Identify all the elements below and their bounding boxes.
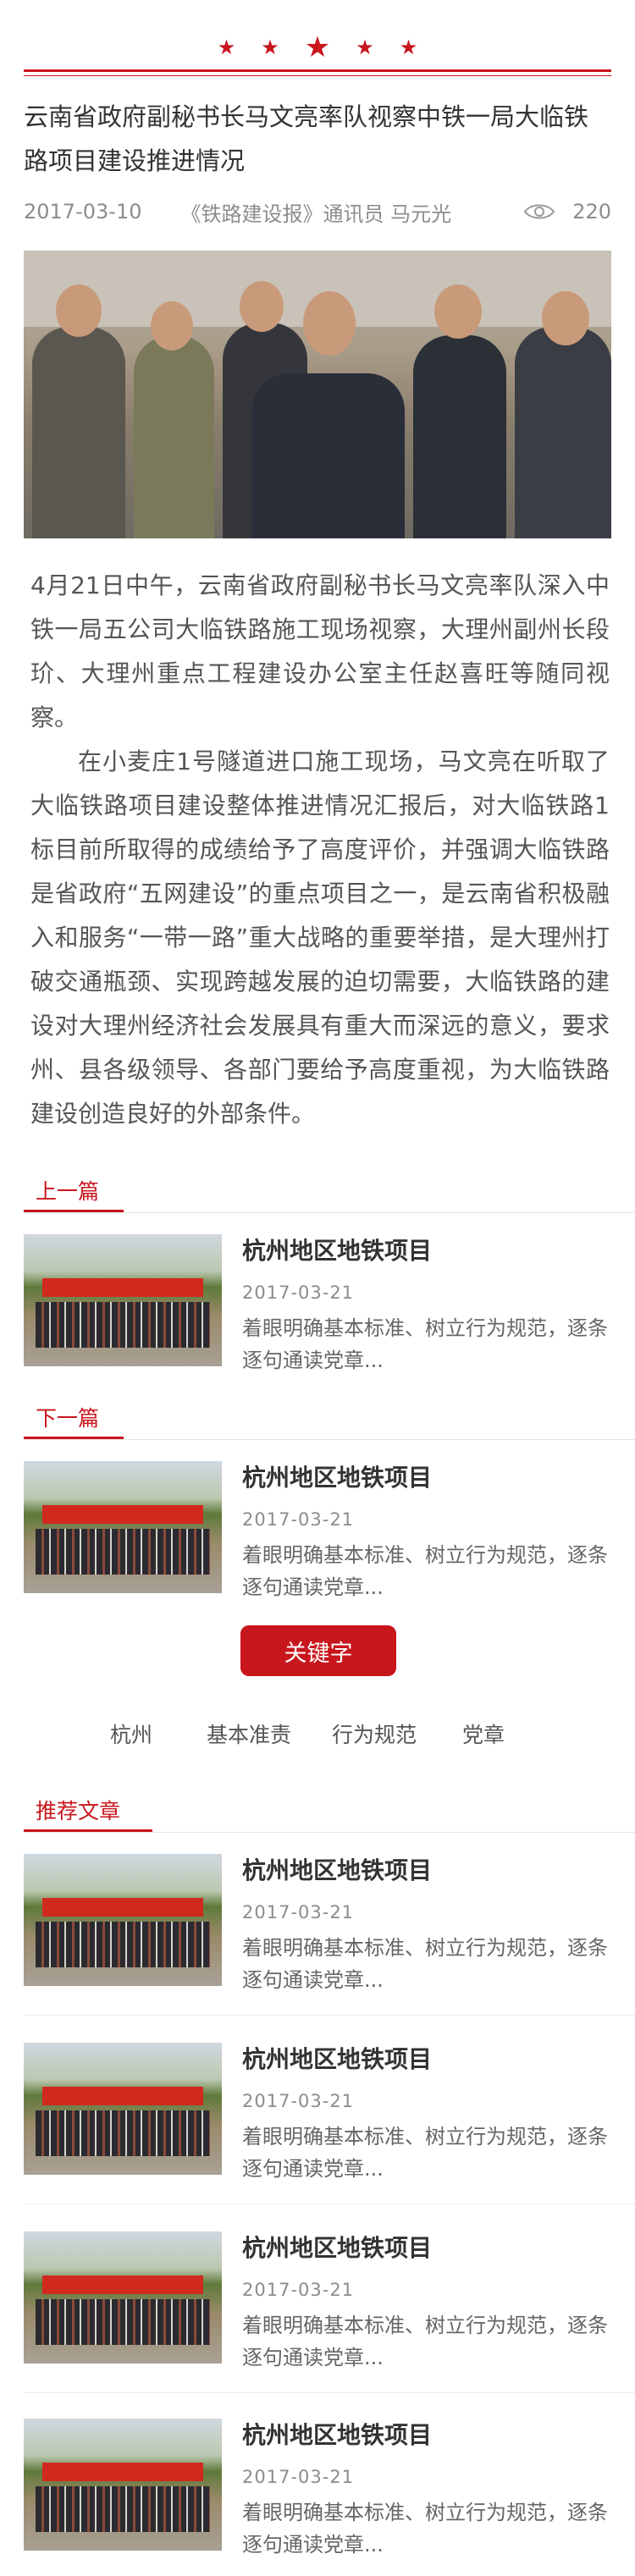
- article-source: 《铁路建设报》通讯员 马元光: [180, 201, 452, 226]
- view-count: 220: [572, 200, 611, 223]
- prev-article-label: 上一篇: [24, 1175, 124, 1212]
- card-title: 杭州地区地铁项目: [242, 2234, 433, 2262]
- article-paragraph: 在小麦庄1号隧道进口施工现场，马文亮在听取了大临铁路项目建设整体推进情况汇报后，…: [30, 747, 610, 1128]
- prev-article-card[interactable]: 杭州地区地铁项目 2017-03-21 着眼明确基本标准、树立行为规范，逐条逐句…: [24, 1234, 635, 1372]
- card-description: 着眼明确基本标准、树立行为规范，逐条逐句通读党章...: [242, 2314, 608, 2369]
- article-date: 2017-03-10: [24, 200, 142, 223]
- article-thumbnail: [24, 2043, 222, 2175]
- keyword-tag[interactable]: 杭州: [110, 1718, 152, 1752]
- card-date: 2017-03-21: [242, 2091, 355, 2111]
- keyword-tags: 杭州 基本准责 行为规范 党章: [0, 1718, 635, 1752]
- card-title: 杭州地区地铁项目: [242, 1856, 433, 1884]
- article-thumbnail: [24, 2231, 222, 2364]
- keyword-tag[interactable]: 行为规范: [332, 1718, 417, 1752]
- next-article-label: 下一篇: [24, 1402, 124, 1439]
- article-meta: 2017-03-10 《铁路建设报》通讯员 马元光 220: [24, 195, 611, 229]
- card-title: 杭州地区地铁项目: [242, 2421, 433, 2449]
- card-title: 杭州地区地铁项目: [242, 1237, 433, 1265]
- card-title: 杭州地区地铁项目: [242, 2045, 433, 2073]
- card-date: 2017-03-21: [242, 1509, 355, 1530]
- list-divider: [24, 2392, 635, 2393]
- prev-label-text: 上一篇: [36, 1179, 100, 1204]
- eye-icon: [523, 204, 555, 219]
- recommended-label-text: 推荐文章: [36, 1799, 121, 1823]
- article-body: 4月21日中午，云南省政府副秘书长马文亮率队深入中铁一局五公司大临铁路施工现场视…: [30, 564, 610, 1136]
- header-divider: [24, 75, 611, 76]
- section-divider: [24, 1832, 635, 1833]
- keywords-button[interactable]: 关键字: [240, 1625, 396, 1676]
- section-divider: [24, 1212, 635, 1213]
- article-thumbnail: [24, 1234, 222, 1366]
- star-icon: ★: [261, 36, 279, 59]
- recommended-card[interactable]: 杭州地区地铁项目 2017-03-21 着眼明确基本标准、树立行为规范，逐条逐句…: [24, 2231, 635, 2369]
- star-icon: ★: [304, 30, 331, 64]
- article-paragraph: 4月21日中午，云南省政府副秘书长马文亮率队深入中铁一局五公司大临铁路施工现场视…: [30, 571, 610, 731]
- card-description: 着眼明确基本标准、树立行为规范，逐条逐句通读党章...: [242, 2125, 608, 2181]
- card-date: 2017-03-21: [242, 1902, 355, 1922]
- card-title: 杭州地区地铁项目: [242, 1464, 433, 1492]
- card-date: 2017-03-21: [242, 1282, 355, 1303]
- recommended-label: 推荐文章: [24, 1795, 152, 1832]
- card-description: 着眼明确基本标准、树立行为规范，逐条逐句通读党章...: [242, 1316, 608, 1372]
- keyword-tag[interactable]: 党章: [462, 1718, 505, 1752]
- next-article-card[interactable]: 杭州地区地铁项目 2017-03-21 着眼明确基本标准、树立行为规范，逐条逐句…: [24, 1461, 635, 1599]
- card-date: 2017-03-21: [242, 2467, 355, 2487]
- next-label-text: 下一篇: [36, 1406, 100, 1431]
- card-description: 着眼明确基本标准、树立行为规范，逐条逐句通读党章...: [242, 2501, 608, 2557]
- keyword-tag[interactable]: 基本准责: [207, 1718, 291, 1752]
- list-divider: [24, 2015, 635, 2016]
- star-icon: ★: [217, 36, 236, 59]
- section-divider: [24, 1439, 635, 1440]
- article-thumbnail: [24, 2419, 222, 2551]
- card-date: 2017-03-21: [242, 2280, 355, 2300]
- article-thumbnail: [24, 1854, 222, 1986]
- card-description: 着眼明确基本标准、树立行为规范，逐条逐句通读党章...: [242, 1543, 608, 1599]
- article-title: 云南省政府副秘书长马文亮率队视察中铁一局大临铁路项目建设推进情况: [24, 102, 589, 175]
- article-photo: [24, 251, 611, 538]
- article-thumbnail: [24, 1461, 222, 1593]
- star-icon: ★: [356, 36, 374, 59]
- star-icon: ★: [399, 36, 418, 59]
- header-stars: ★ ★ ★ ★ ★: [0, 30, 635, 64]
- recommended-card[interactable]: 杭州地区地铁项目 2017-03-21 着眼明确基本标准、树立行为规范，逐条逐句…: [24, 2419, 635, 2557]
- recommended-card[interactable]: 杭州地区地铁项目 2017-03-21 着眼明确基本标准、树立行为规范，逐条逐句…: [24, 2043, 635, 2181]
- card-description: 着眼明确基本标准、树立行为规范，逐条逐句通读党章...: [242, 1936, 608, 1992]
- header-divider: [24, 69, 611, 72]
- recommended-card[interactable]: 杭州地区地铁项目 2017-03-21 着眼明确基本标准、树立行为规范，逐条逐句…: [24, 1854, 635, 1992]
